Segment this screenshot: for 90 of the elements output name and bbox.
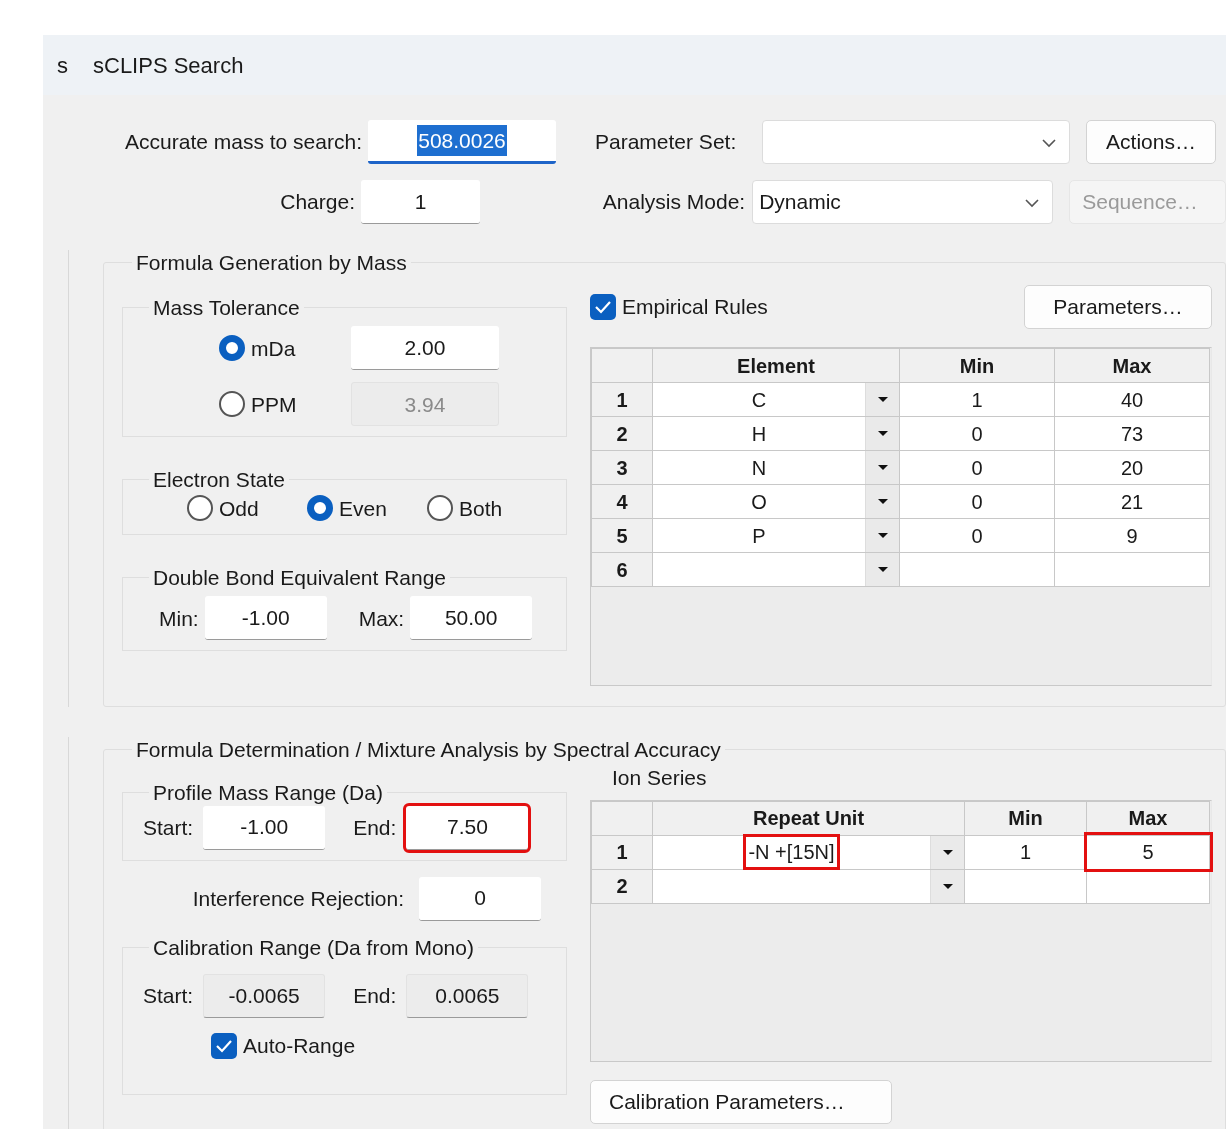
caret-icon [941,881,954,891]
table-cell[interactable]: 0 [899,518,1055,553]
field-label: Start: [143,983,194,1009]
caret-icon [876,463,889,473]
radio-button[interactable] [219,335,245,362]
input-field[interactable]: 508.0026 [368,120,556,164]
field-label: End: [353,983,397,1009]
column-header: Repeat Unit [652,801,965,836]
group-title: Formula Generation by Mass [135,250,408,276]
field-label: Max: [358,605,405,632]
group-title: Electron State [152,467,286,493]
group-title: Formula Determination / Mixture Analysis by Spectral Accuracy [135,737,722,763]
row-number: 1 [591,382,653,417]
group-title: Double Bond Equivalent Range [152,565,448,591]
table-cell[interactable]: 73 [1054,416,1210,451]
column-header: Min [964,801,1087,836]
caret-icon [876,531,889,541]
radio-button[interactable] [307,495,333,522]
field-label: Start: [143,814,194,841]
radio-label: Even [339,495,388,522]
input-field[interactable]: -1.00 [204,596,327,641]
input-field[interactable]: 0 [419,876,541,921]
row-number: 2 [591,416,653,451]
table-cell[interactable]: 1 [964,835,1087,870]
radio-button[interactable] [427,495,453,522]
field-label: Parameter Set: [595,129,738,156]
group-title: Profile Mass Range (Da) [152,780,384,806]
table-cell[interactable]: 0 [899,484,1055,519]
title-fragment: s [57,51,69,80]
caret-icon [876,429,889,439]
chevron-down-icon [1024,196,1041,208]
section-label: Ion Series [612,765,708,792]
radio-button[interactable] [187,495,213,522]
radio-label: Odd [219,495,260,522]
table-cell[interactable]: 0 [899,450,1055,485]
field-label: Charge: [279,189,355,216]
row-number: 5 [591,518,653,553]
table-cell[interactable]: 20 [1054,450,1210,485]
chevron-down-icon [1041,136,1057,148]
window-title: sCLIPS Search [93,51,244,80]
row-number: 6 [591,552,653,587]
column-header: Max [1054,348,1210,383]
dropdown-cell[interactable]: O [653,485,899,519]
row-number: 2 [591,869,653,904]
row-number: 4 [591,484,653,519]
column-header: Min [899,348,1055,383]
dropdown-cell[interactable]: N [653,451,899,485]
dropdown-cell[interactable]: P [653,519,899,553]
caret-icon [876,497,889,507]
input-field[interactable]: -0.0065 [203,973,326,1018]
field-label: Accurate mass to search: [124,129,362,156]
checkbox[interactable] [211,1032,237,1059]
field-label: Interference Rejection: [191,885,404,912]
input-field[interactable]: -1.00 [203,805,326,850]
radio-label: PPM [251,391,298,418]
input-field[interactable]: 50.00 [410,596,533,641]
dropdown-cell[interactable]: -N +[15N] [653,835,964,869]
table-cell[interactable]: 9 [1054,518,1210,553]
group-title: Mass Tolerance [152,295,301,321]
caret-icon [941,847,954,857]
group-title: Calibration Range (Da from Mono) [152,934,475,960]
field-label: Min: [159,605,199,632]
dropdown[interactable]: Dynamic [752,180,1054,224]
radio-label: mDa [251,335,297,362]
checkbox-label: Empirical Rules [622,294,768,321]
column-header: Max [1086,801,1210,836]
radio-label: Both [459,495,503,522]
row-number: 3 [591,450,653,485]
caret-icon [876,395,889,405]
column-header: Element [652,348,900,383]
row-number: 1 [591,835,653,870]
dropdown-cell[interactable]: H [653,417,899,451]
table-cell[interactable]: 0 [899,416,1055,451]
input-field[interactable]: 2.00 [351,326,499,371]
table-cell[interactable]: 5 [1086,835,1210,870]
field-label: Analysis Mode: [601,189,746,216]
caret-icon [876,565,889,575]
table-cell[interactable]: 40 [1054,382,1210,417]
table-cell[interactable]: 1 [899,382,1055,417]
dropdown-cell[interactable]: C [653,383,899,417]
field-label: End: [353,814,397,841]
input-field[interactable]: 1 [360,180,481,224]
input-field[interactable]: 0.0065 [406,973,529,1018]
input-field[interactable]: 7.50 [406,805,529,850]
table-cell[interactable]: 21 [1054,484,1210,519]
calibration-parameters-button[interactable]: Calibration Parameters… [590,1079,892,1124]
checkbox[interactable] [590,294,616,321]
actions-button[interactable]: Actions… [1086,120,1216,164]
checkbox-label: Auto-Range [243,1032,356,1059]
parameters-button[interactable]: Parameters… [1024,285,1212,330]
